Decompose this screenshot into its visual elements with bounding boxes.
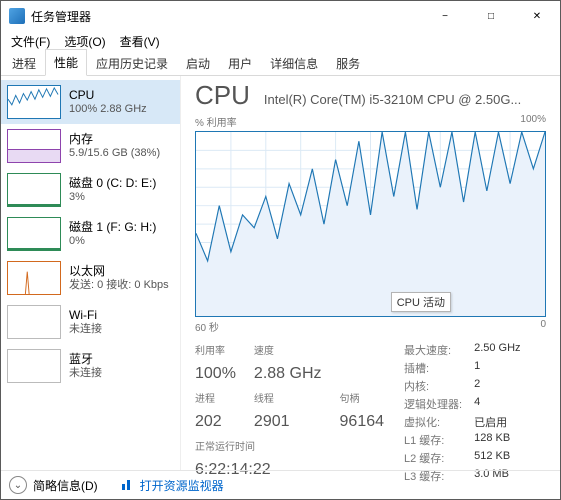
task-manager-window: 任务管理器 − □ ✕ 文件(F) 选项(O) 查看(V) 进程 性能 应用历史… xyxy=(0,0,561,500)
tab-startup[interactable]: 启动 xyxy=(177,50,219,76)
stat-util-value: 100% xyxy=(195,365,236,389)
stat-thread-label: 线程 xyxy=(254,390,322,411)
prop-virt-k: 虚拟化: xyxy=(404,414,462,430)
cpu-utilization-chart[interactable]: CPU 活动 xyxy=(195,131,546,317)
main-panel: CPU Intel(R) Core(TM) i5-3210M CPU @ 2.5… xyxy=(181,76,560,470)
prop-sockets-v: 1 xyxy=(474,360,520,376)
menubar: 文件(F) 选项(O) 查看(V) xyxy=(1,31,560,51)
sidebar-item-label: CPU xyxy=(69,88,147,103)
stat-speed-value: 2.88 GHz xyxy=(254,365,322,389)
stat-handle-label: 句柄 xyxy=(340,390,385,411)
open-resmon-link[interactable]: 打开资源监视器 xyxy=(140,477,224,494)
prop-cores-k: 内核: xyxy=(404,378,462,394)
sidebar-item-sub: 0% xyxy=(69,235,156,249)
sidebar-item-sub: 发送: 0 接收: 0 Kbps xyxy=(69,279,169,293)
disk-thumb-icon xyxy=(7,173,61,207)
tab-services[interactable]: 服务 xyxy=(327,50,369,76)
sidebar-item-sub: 3% xyxy=(69,191,156,205)
disk-thumb-icon xyxy=(7,217,61,251)
sidebar: CPU 100% 2.88 GHz 内存 5.9/15.6 GB (38%) 磁… xyxy=(1,76,181,470)
tab-details[interactable]: 详细信息 xyxy=(261,50,327,76)
stat-proc-value: 202 xyxy=(195,413,236,437)
sidebar-item-label: 磁盘 0 (C: D: E:) xyxy=(69,176,156,191)
stat-util-label: 利用率 xyxy=(195,342,236,363)
stat-speed-label: 速度 xyxy=(254,342,322,363)
sidebar-item-sub: 5.9/15.6 GB (38%) xyxy=(69,147,160,161)
sidebar-item-label: 以太网 xyxy=(69,264,169,279)
prop-l1-v: 128 KB xyxy=(474,432,520,448)
prop-lprocs-v: 4 xyxy=(474,396,520,412)
close-button[interactable]: ✕ xyxy=(514,1,560,31)
cpu-thumb-icon xyxy=(7,85,61,119)
prop-lprocs-k: 逻辑处理器: xyxy=(404,396,462,412)
app-icon xyxy=(9,8,25,24)
cpu-model-name: Intel(R) Core(TM) i5-3210M CPU @ 2.50G..… xyxy=(264,92,546,107)
sidebar-item-sub: 100% 2.88 GHz xyxy=(69,103,147,117)
prop-l2-v: 512 KB xyxy=(474,450,520,466)
cpu-stats-primary: 利用率 速度 100% 2.88 GHz 进程 线程 句柄 202 2901 9… xyxy=(195,342,384,484)
page-title: CPU xyxy=(195,82,250,108)
prop-virt-v: 已启用 xyxy=(474,414,520,430)
stat-proc-label: 进程 xyxy=(195,390,236,411)
stat-thread-value: 2901 xyxy=(254,413,322,437)
prop-maxspeed-k: 最大速度: xyxy=(404,342,462,358)
stat-handle-value: 96164 xyxy=(340,413,385,437)
collapse-toggle-icon[interactable]: ⌄ xyxy=(9,476,27,494)
minimize-button[interactable]: − xyxy=(422,1,468,31)
window-title: 任务管理器 xyxy=(31,8,91,25)
stat-uptime-label: 正常运行时间 xyxy=(195,438,384,459)
sidebar-item-label: 磁盘 1 (F: G: H:) xyxy=(69,220,156,235)
fewer-details-link[interactable]: 简略信息(D) xyxy=(33,477,98,494)
sidebar-item-sub: 未连接 xyxy=(69,367,102,381)
memory-thumb-icon xyxy=(7,129,61,163)
sidebar-item-memory[interactable]: 内存 5.9/15.6 GB (38%) xyxy=(1,124,180,168)
chart-ylabel: % 利用率 xyxy=(195,114,237,129)
tab-users[interactable]: 用户 xyxy=(219,50,261,76)
tabstrip: 进程 性能 应用历史记录 启动 用户 详细信息 服务 xyxy=(1,51,560,76)
prop-cores-v: 2 xyxy=(474,378,520,394)
prop-maxspeed-v: 2.50 GHz xyxy=(474,342,520,358)
tab-processes[interactable]: 进程 xyxy=(3,50,45,76)
tab-performance[interactable]: 性能 xyxy=(45,49,87,76)
menu-view[interactable]: 查看(V) xyxy=(114,31,166,52)
footer: ⌄ 简略信息(D) 打开资源监视器 xyxy=(1,470,560,499)
chart-xmax: 0 xyxy=(540,319,546,334)
cpu-stats-secondary: 最大速度: 2.50 GHz 插槽: 1 内核: 2 逻辑处理器: 4 虚拟化:… xyxy=(404,342,521,484)
sidebar-item-sub: 未连接 xyxy=(69,323,102,337)
maximize-button[interactable]: □ xyxy=(468,1,514,31)
chart-tooltip: CPU 活动 xyxy=(391,292,451,312)
bluetooth-thumb-icon xyxy=(7,349,61,383)
sidebar-item-label: Wi-Fi xyxy=(69,308,102,323)
titlebar: 任务管理器 − □ ✕ xyxy=(1,1,560,31)
resmon-icon xyxy=(120,480,134,490)
sidebar-item-wifi[interactable]: Wi-Fi 未连接 xyxy=(1,300,180,344)
sidebar-item-label: 蓝牙 xyxy=(69,352,102,367)
sidebar-item-label: 内存 xyxy=(69,132,160,147)
tab-app-history[interactable]: 应用历史记录 xyxy=(87,50,177,76)
sidebar-item-disk1[interactable]: 磁盘 1 (F: G: H:) 0% xyxy=(1,212,180,256)
sidebar-item-ethernet[interactable]: 以太网 发送: 0 接收: 0 Kbps xyxy=(1,256,180,300)
sidebar-item-disk0[interactable]: 磁盘 0 (C: D: E:) 3% xyxy=(1,168,180,212)
ethernet-thumb-icon xyxy=(7,261,61,295)
prop-sockets-k: 插槽: xyxy=(404,360,462,376)
wifi-thumb-icon xyxy=(7,305,61,339)
chart-ymax: 100% xyxy=(520,114,546,129)
prop-l2-k: L2 缓存: xyxy=(404,450,462,466)
sidebar-item-bluetooth[interactable]: 蓝牙 未连接 xyxy=(1,344,180,388)
sidebar-item-cpu[interactable]: CPU 100% 2.88 GHz xyxy=(1,80,180,124)
prop-l1-k: L1 缓存: xyxy=(404,432,462,448)
chart-xmin: 60 秒 xyxy=(195,319,219,334)
